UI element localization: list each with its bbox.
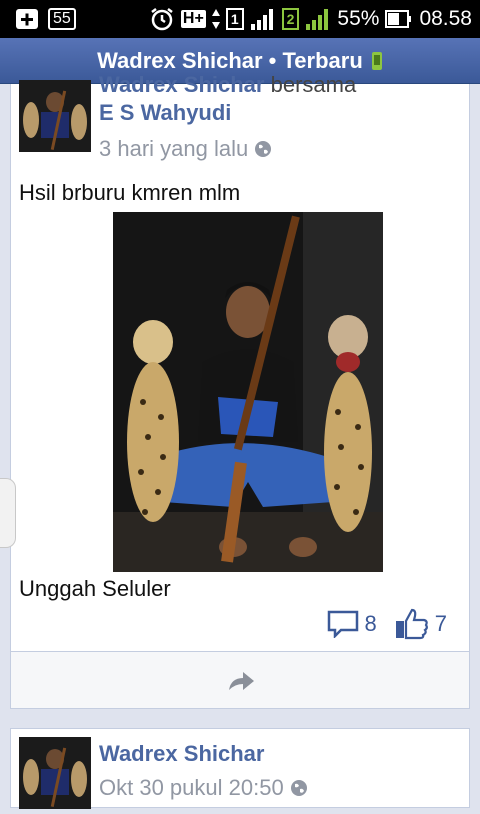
battery-percent: 55%	[337, 7, 380, 30]
hunting-photo	[113, 212, 383, 572]
globe-icon	[290, 780, 307, 796]
comment-icon[interactable]	[327, 610, 359, 638]
status-bar: 55 H+ 1 2 55% 08.58	[0, 0, 480, 38]
post-caption: Hsil brburu kmren mlm	[19, 180, 241, 205]
share-icon[interactable]	[227, 670, 255, 692]
post-timestamp[interactable]: 3 hari yang lalu	[99, 136, 272, 162]
share-bar	[10, 651, 470, 709]
sd-card-icon: 55	[48, 8, 76, 30]
upload-source: Unggah Seluler	[19, 576, 171, 601]
battery-icon	[385, 10, 412, 28]
post-photo[interactable]	[113, 212, 383, 572]
post-author-link-2[interactable]: Wadrex Shichar	[99, 741, 264, 767]
network-type-label: H+	[180, 10, 206, 28]
avatar-photo-2	[19, 737, 91, 809]
alarm-icon	[151, 8, 173, 31]
add-notification-icon	[16, 9, 38, 29]
post-card-2: Wadrex Shichar Okt 30 pukul 20:50	[10, 728, 470, 809]
sim1-badge: 1	[225, 8, 244, 30]
tagged-friend-link[interactable]: E S Wahyudi	[99, 100, 231, 126]
clock: 08.58	[419, 7, 472, 30]
like-count[interactable]: 7	[435, 611, 447, 637]
page-title: Wadrex Shichar • Terbaru	[0, 48, 480, 74]
post-author-link[interactable]: Wadrex Shichar	[99, 72, 264, 97]
like-icon[interactable]	[395, 608, 429, 640]
timestamp-text-2: Okt 30 pukul 20:50	[99, 775, 284, 800]
with-text: bersama	[270, 72, 357, 97]
engagement-counts: 8 7	[327, 608, 447, 640]
timestamp-text: 3 hari yang lalu	[99, 136, 249, 161]
sim2-badge: 2	[281, 8, 300, 30]
author-avatar[interactable]	[19, 80, 91, 152]
post-timestamp-2[interactable]: Okt 30 pukul 20:50	[99, 775, 308, 801]
side-drawer-handle[interactable]	[0, 478, 16, 548]
comment-count[interactable]: 8	[365, 611, 377, 637]
signal-sim1-icon	[250, 9, 273, 30]
globe-icon	[255, 141, 272, 157]
post-author-line: Wadrex Shichar bersama	[99, 72, 356, 98]
author-avatar-2[interactable]	[19, 737, 91, 809]
mobile-phone-icon	[371, 52, 382, 70]
title-text: Wadrex Shichar • Terbaru	[97, 48, 363, 73]
signal-sim2-icon	[306, 9, 329, 30]
data-arrows-icon	[211, 9, 220, 29]
post-card: Wadrex Shichar bersama E S Wahyudi 3 har…	[10, 72, 470, 656]
avatar-photo	[19, 80, 91, 152]
